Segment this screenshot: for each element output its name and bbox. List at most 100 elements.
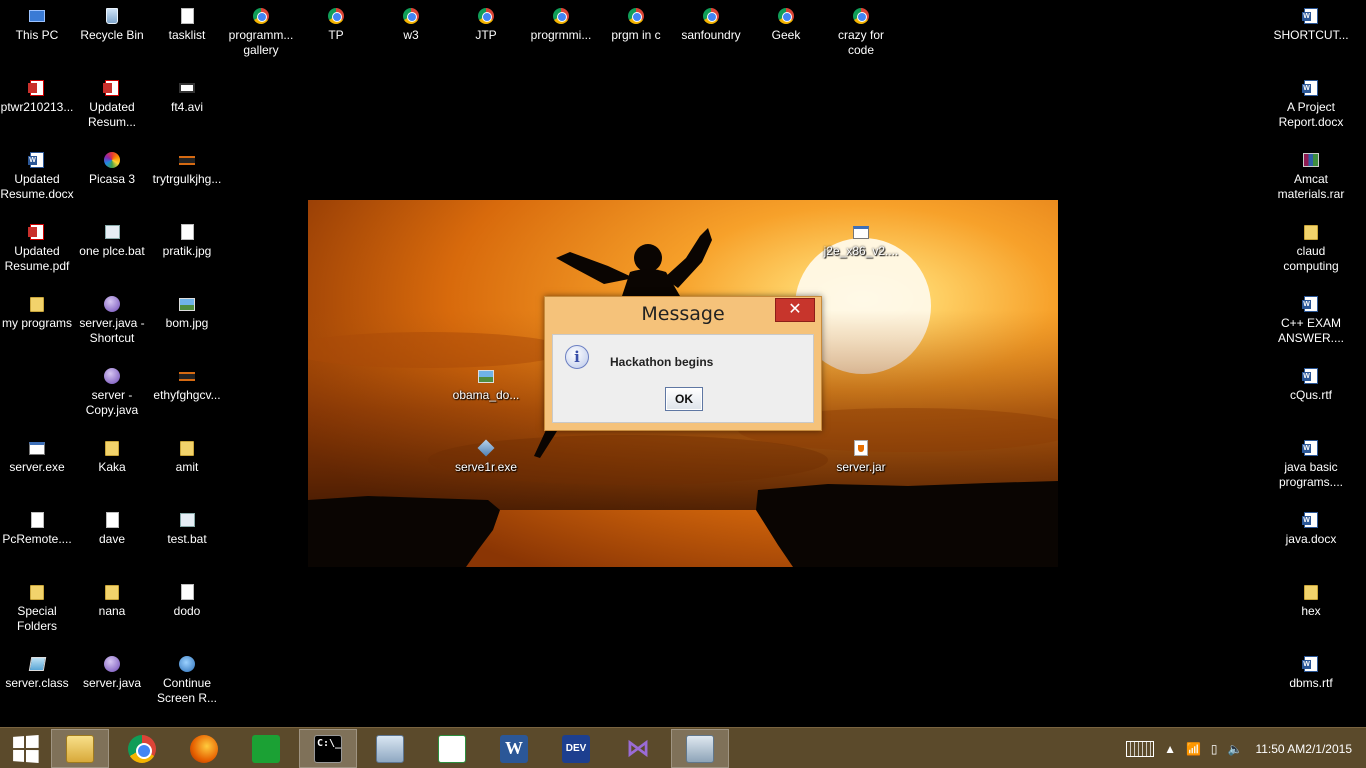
desktop-icon[interactable]: bom.jpg: [150, 295, 224, 331]
clock-time: 11:50 AM: [1255, 741, 1306, 756]
desktop-icon[interactable]: nana: [75, 583, 149, 619]
desktop-icon-label: trytrgulkjhg...: [152, 172, 222, 186]
desktop-icon[interactable]: j2e_x86_v2....: [824, 223, 898, 259]
desktop-icon[interactable]: test.bat: [150, 511, 224, 547]
taskbar-button-file-explorer[interactable]: [51, 729, 109, 768]
desktop-icon[interactable]: server - Copy.java: [75, 367, 149, 418]
desktop-icon[interactable]: progrmmi...: [524, 7, 598, 43]
desktop-icon[interactable]: trytrgulkjhg...: [150, 151, 224, 187]
taskbar-button-chrome[interactable]: [113, 729, 171, 768]
desktop-icon[interactable]: Updated Resum...: [75, 79, 149, 130]
pdf-icon: [28, 80, 44, 96]
desktop-icon[interactable]: claud computing: [1274, 223, 1348, 274]
desktop-icon[interactable]: sanfoundry: [674, 7, 748, 43]
chrome-shortcut-icon: [703, 8, 719, 24]
desktop-icon[interactable]: server.java - Shortcut: [75, 295, 149, 346]
visual-studio-file-icon: [104, 656, 120, 672]
taskbar-button-command-prompt[interactable]: C:\_: [299, 729, 357, 768]
desktop-icon[interactable]: C++ EXAM ANSWER....: [1274, 295, 1348, 346]
desktop-icon[interactable]: dave: [75, 511, 149, 547]
taskbar-button-word[interactable]: W: [485, 729, 543, 768]
desktop-icon-label: j2e_x86_v2....: [823, 244, 899, 258]
desktop-icon-label: C++ EXAM ANSWER....: [1277, 316, 1344, 345]
desktop-icon[interactable]: amit: [150, 439, 224, 475]
desktop-icon-label: Picasa 3: [88, 172, 136, 186]
desktop-icon[interactable]: Updated Resume.docx: [0, 151, 74, 202]
desktop-icon[interactable]: TP: [299, 7, 373, 43]
desktop-icon-label: SHORTCUT...: [1273, 28, 1349, 42]
desktop-icon[interactable]: Geek: [749, 7, 823, 43]
desktop-icon[interactable]: hex: [1274, 583, 1348, 619]
desktop-icon[interactable]: This PC: [0, 7, 74, 43]
windows-logo-icon: [13, 734, 39, 763]
desktop-icon[interactable]: ethyfghgcv...: [150, 367, 224, 403]
desktop-icon[interactable]: server.java: [75, 655, 149, 691]
desktop-icon[interactable]: serve1r.exe: [449, 439, 523, 475]
desktop-icon[interactable]: A Project Report.docx: [1274, 79, 1348, 130]
desktop-icon[interactable]: obama_do...: [449, 367, 523, 403]
desktop-icon-label: server.java - Shortcut: [79, 316, 145, 345]
taskbar-button-notepad-plus-plus[interactable]: [423, 729, 481, 768]
clock[interactable]: 11:50 AM 2/1/2015: [1247, 728, 1366, 768]
taskbar-button-dev-cpp[interactable]: DEV: [547, 729, 605, 768]
word-doc-icon: [1302, 8, 1318, 24]
desktop-icon[interactable]: server.exe: [0, 439, 74, 475]
taskbar-button-remote-desktop[interactable]: [671, 729, 729, 768]
desktop-icon[interactable]: programm... gallery: [224, 7, 298, 58]
chrome-shortcut-icon: [778, 8, 794, 24]
taskbar-button-store[interactable]: [237, 729, 295, 768]
chevron-up-icon: ▲: [1164, 741, 1176, 756]
desktop-icon[interactable]: prgm in c: [599, 7, 673, 43]
desktop-icon-label: JTP: [475, 28, 497, 42]
dev-cpp-icon: DEV: [562, 734, 590, 763]
desktop-icon[interactable]: server.class: [0, 655, 74, 691]
desktop-icon[interactable]: Kaka: [75, 439, 149, 475]
desktop-icon-label: server.exe: [9, 460, 65, 474]
desktop-icon[interactable]: crazy for code: [824, 7, 898, 58]
start-button[interactable]: [0, 728, 50, 768]
desktop-icon-label: PcRemote....: [2, 532, 72, 546]
desktop-icon[interactable]: SHORTCUT...: [1273, 7, 1349, 43]
desktop-icon[interactable]: JTP: [449, 7, 523, 43]
desktop-icon[interactable]: java.docx: [1274, 511, 1348, 547]
desktop-icon[interactable]: my programs: [0, 295, 74, 331]
command-prompt-icon: C:\_: [314, 734, 342, 763]
taskbar-button-firefox[interactable]: [175, 729, 233, 768]
desktop-icon[interactable]: tasklist: [150, 7, 224, 43]
word-doc-icon: [1302, 368, 1318, 384]
desktop-icon[interactable]: w3: [374, 7, 448, 43]
desktop-icon[interactable]: java basic programs....: [1274, 439, 1348, 490]
clock-date: 2/1/2015: [1305, 741, 1352, 756]
desktop-icon[interactable]: one plce.bat: [75, 223, 149, 259]
desktop-icon[interactable]: cQus.rtf: [1274, 367, 1348, 403]
desktop-icon[interactable]: pratik.jpg: [150, 223, 224, 259]
dialog-body: i Hackathon begins OK: [552, 334, 814, 423]
touch-keyboard-button[interactable]: [1121, 728, 1159, 768]
desktop-icon[interactable]: ptwr210213...: [0, 79, 74, 115]
desktop-icon[interactable]: dbms.rtf: [1274, 655, 1348, 691]
show-hidden-icons-button[interactable]: ▲: [1159, 728, 1181, 768]
close-button[interactable]: ✕: [775, 298, 815, 322]
taskbar-button-calculator[interactable]: [361, 729, 419, 768]
desktop-icon[interactable]: Special Folders: [0, 583, 74, 634]
desktop-icon[interactable]: ft4.avi: [150, 79, 224, 115]
network-button[interactable]: 📶: [1181, 728, 1206, 768]
desktop-icon[interactable]: PcRemote....: [0, 511, 74, 547]
power-button[interactable]: ▯: [1206, 728, 1223, 768]
desktop-icon[interactable]: Continue Screen R...: [150, 655, 224, 706]
desktop-icon-label: ethyfghgcv...: [153, 388, 221, 402]
chrome-shortcut-icon: [478, 8, 494, 24]
java-jar-icon: [854, 440, 868, 456]
folder-icon: [30, 296, 44, 312]
taskbar-button-visual-studio[interactable]: ⋈: [609, 729, 667, 768]
message-dialog: Message ✕ i Hackathon begins OK: [544, 296, 822, 431]
chrome-shortcut-icon: [253, 8, 269, 24]
desktop-icon[interactable]: Recycle Bin: [75, 7, 149, 43]
desktop-icon[interactable]: server.jar: [824, 439, 898, 475]
desktop-icon[interactable]: Amcat materials.rar: [1274, 151, 1348, 202]
desktop-icon[interactable]: Picasa 3: [75, 151, 149, 187]
desktop-icon[interactable]: Updated Resume.pdf: [0, 223, 74, 274]
desktop-icon[interactable]: dodo: [150, 583, 224, 619]
ok-button[interactable]: OK: [665, 387, 703, 411]
volume-button[interactable]: 🔈: [1223, 728, 1248, 768]
